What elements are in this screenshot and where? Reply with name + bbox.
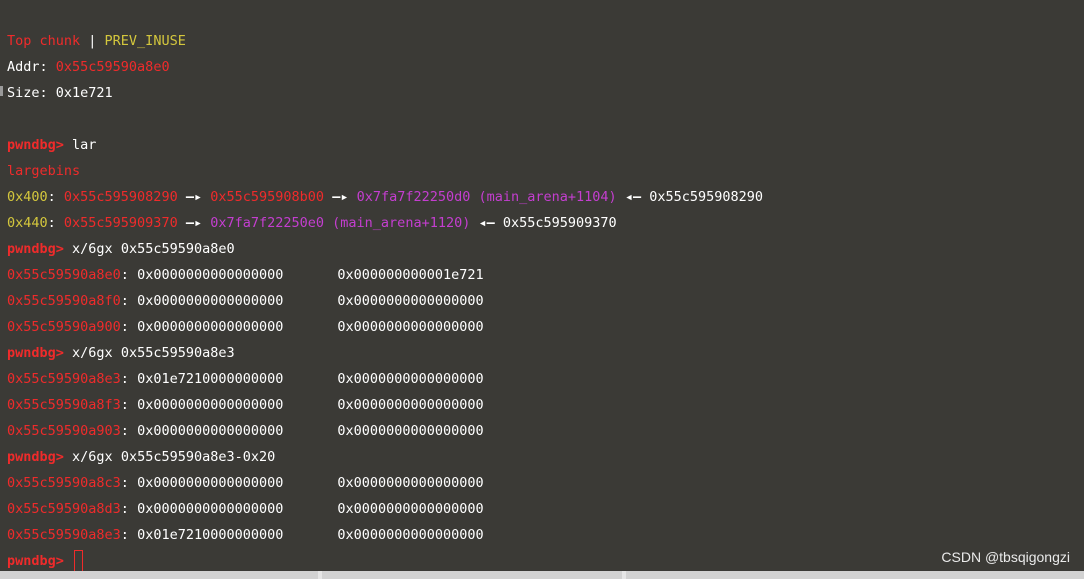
memory-value: 0x0000000000000000 — [137, 423, 284, 439]
memory-value: 0x01e7210000000000 — [137, 527, 284, 543]
largebin-row: 0x440: 0x55c595909370 —▸ 0x7fa7f22250e0 … — [7, 215, 617, 231]
bin-chunk-address: 0x55c595908290 — [63, 189, 178, 205]
bin-chunk-address: 0x55c595908b00 — [210, 189, 325, 205]
prompt: pwndbg> — [7, 345, 64, 361]
memory-address: 0x55c59590a8f3 — [7, 397, 121, 413]
memory-row: 0x55c59590a8d3: 0x0000000000000000 0x0000… — [7, 501, 484, 517]
memory-value: 0x0000000000000000 — [137, 293, 284, 309]
forward-arrow-icon: —▸ — [332, 189, 349, 205]
memory-address: 0x55c59590a900 — [7, 319, 121, 335]
memory-address: 0x55c59590a8f0 — [7, 293, 121, 309]
memory-address: 0x55c59590a8e3 — [7, 527, 121, 543]
memory-value: 0x0000000000000000 — [337, 527, 484, 543]
back-arrow-icon: ◂— — [624, 189, 642, 205]
size-label: Size: — [7, 85, 56, 101]
largebins-label: largebins — [7, 163, 81, 179]
bin-size: 0x440 — [7, 215, 48, 231]
active-prompt-line[interactable]: pwndbg> — [7, 548, 1084, 571]
memory-value: 0x0000000000000000 — [337, 397, 484, 413]
window-bottom-strip — [0, 571, 1084, 579]
main-arena-address: 0x7fa7f22250e0 (main_arena+1120) — [210, 215, 471, 231]
addr-value: 0x55c59590a8e0 — [55, 59, 170, 75]
memory-address: 0x55c59590a8e3 — [7, 371, 121, 387]
memory-row: 0x55c59590a8e0: 0x0000000000000000 0x0000… — [7, 267, 484, 283]
memory-value: 0x000000000001e721 — [337, 267, 484, 283]
back-arrow-icon: ◂— — [478, 215, 495, 231]
largebin-row: 0x400: 0x55c595908290 —▸ 0x55c595908b00 … — [7, 189, 764, 205]
memory-row: 0x55c59590a8e3: 0x01e7210000000000 0x0000… — [7, 527, 484, 543]
top-chunk-title: Top chunk — [7, 33, 81, 49]
forward-arrow-icon: —▸ — [185, 189, 203, 205]
memory-address: 0x55c59590a903 — [7, 423, 121, 439]
command-text: x/6gx 0x55c59590a8e3 — [72, 345, 235, 361]
memory-value: 0x0000000000000000 — [137, 397, 284, 413]
largebins-header: largebins — [7, 158, 1084, 184]
memory-address: 0x55c59590a8d3 — [7, 501, 121, 517]
size-line: Size: 0x1e721 — [7, 80, 1084, 106]
command-text: lar — [72, 137, 97, 153]
memory-row: 0x55c59590a8e3: 0x01e7210000000000 0x0000… — [7, 371, 484, 387]
memory-value: 0x0000000000000000 — [337, 319, 484, 335]
forward-arrow-icon: —▸ — [185, 215, 203, 231]
memory-value: 0x01e7210000000000 — [137, 371, 284, 387]
memory-value: 0x0000000000000000 — [137, 319, 284, 335]
memory-value: 0x0000000000000000 — [337, 501, 484, 517]
memory-value: 0x0000000000000000 — [137, 501, 284, 517]
bin-back-address: 0x55c595908290 — [649, 189, 764, 205]
memory-address: 0x55c59590a8e0 — [7, 267, 121, 283]
memory-address: 0x55c59590a8c3 — [7, 475, 121, 491]
command-text: x/6gx 0x55c59590a8e3-0x20 — [72, 449, 276, 465]
prev-inuse-flag: PREV_INUSE — [104, 33, 186, 49]
bin-size: 0x400 — [7, 189, 48, 205]
command-text: x/6gx 0x55c59590a8e0 — [72, 241, 235, 257]
memory-value: 0x0000000000000000 — [137, 475, 284, 491]
addr-label: Addr: — [7, 59, 56, 75]
prompt: pwndbg> — [7, 553, 64, 569]
memory-value: 0x0000000000000000 — [337, 371, 484, 387]
terminal-cursor[interactable] — [74, 550, 84, 571]
memory-value: 0x0000000000000000 — [337, 293, 484, 309]
terminal-window[interactable]: Top chunk | PREV_INUSE Addr: 0x55c59590a… — [0, 0, 1084, 571]
command-line: pwndbg> x/6gx 0x55c59590a8e3-0x20 — [7, 444, 1084, 470]
prompt: pwndbg> — [7, 137, 64, 153]
watermark: CSDN @tbsqigongzi — [941, 549, 1070, 565]
prompt: pwndbg> — [7, 449, 64, 465]
top-chunk-header: Top chunk | PREV_INUSE — [7, 28, 1084, 54]
separator: | — [80, 33, 105, 49]
memory-row: 0x55c59590a903: 0x0000000000000000 0x0000… — [7, 423, 484, 439]
addr-line: Addr: 0x55c59590a8e0 — [7, 54, 1084, 80]
memory-row: 0x55c59590a8f3: 0x0000000000000000 0x0000… — [7, 397, 484, 413]
window-edge-mark — [0, 86, 3, 96]
prompt: pwndbg> — [7, 241, 64, 257]
main-arena-address: 0x7fa7f22250d0 (main_arena+1104) — [356, 189, 617, 205]
bin-back-address: 0x55c595909370 — [502, 215, 617, 231]
command-line: pwndbg> x/6gx 0x55c59590a8e3 — [7, 340, 1084, 366]
bin-chunk-address: 0x55c595909370 — [63, 215, 178, 231]
size-value: 0x1e721 — [55, 85, 113, 101]
memory-row: 0x55c59590a8c3: 0x0000000000000000 0x0000… — [7, 475, 484, 491]
memory-value: 0x0000000000000000 — [137, 267, 284, 283]
command-line: pwndbg> x/6gx 0x55c59590a8e0 — [7, 236, 1084, 262]
memory-row: 0x55c59590a8f0: 0x0000000000000000 0x0000… — [7, 293, 484, 309]
command-line: pwndbg> lar — [7, 132, 1084, 158]
memory-row: 0x55c59590a900: 0x0000000000000000 0x0000… — [7, 319, 484, 335]
memory-value: 0x0000000000000000 — [337, 423, 484, 439]
memory-value: 0x0000000000000000 — [337, 475, 484, 491]
